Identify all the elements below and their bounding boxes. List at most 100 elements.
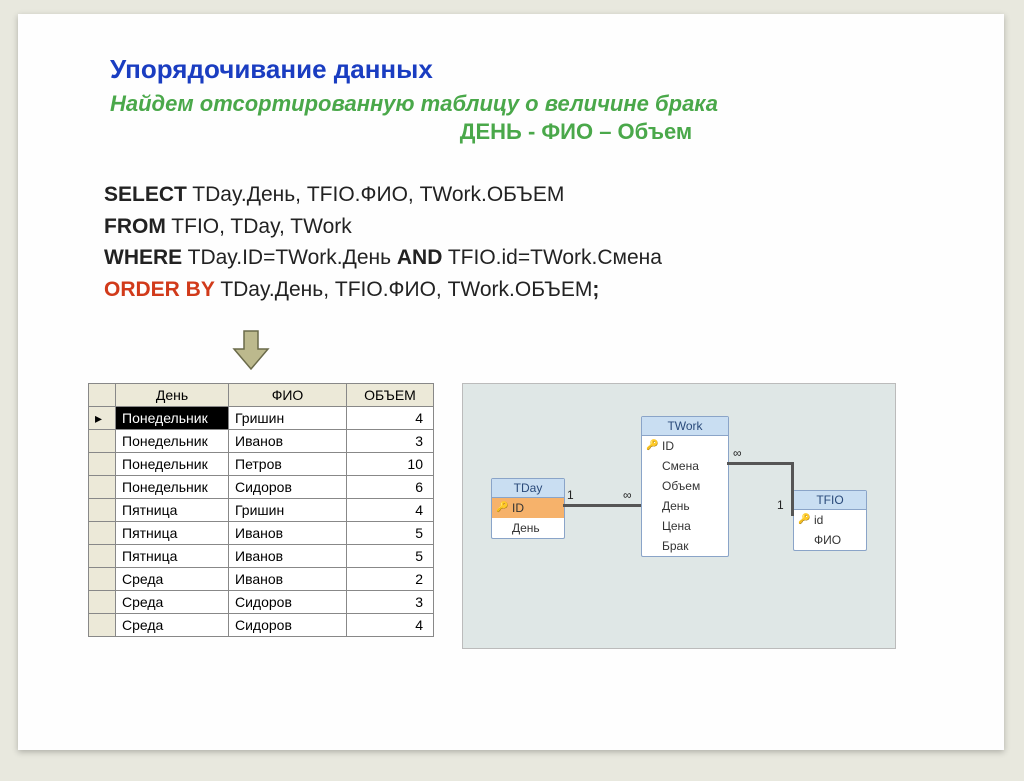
- cell-day: Понедельник: [116, 430, 229, 453]
- cell-fio: Сидоров: [229, 591, 347, 614]
- slide-subtitle-2: ДЕНЬ - ФИО – Объем: [208, 119, 944, 145]
- sql-semicolon: ;: [592, 278, 599, 301]
- cell-fio: Иванов: [229, 568, 347, 591]
- slide-title: Упорядочивание данных: [110, 54, 944, 85]
- cell-day: Понедельник: [116, 453, 229, 476]
- relationship-diagram: TDay 🔑 ID День TWork 🔑 ID Смена Объем Де…: [462, 383, 896, 649]
- bottom-area: День ФИО ОБЪЕМ ▸ПонедельникГришин4Понеде…: [88, 383, 944, 649]
- slide: Упорядочивание данных Найдем отсортирова…: [18, 14, 1004, 750]
- sql-keyword-select: SELECT: [104, 183, 187, 206]
- cell-fio: Иванов: [229, 430, 347, 453]
- sql-line-select: SELECT TDay.День, TFIO.ФИО, TWork.ОБЪЕМ: [104, 179, 944, 211]
- entity-twork-pk-label: ID: [662, 439, 674, 453]
- result-table: День ФИО ОБЪЕМ ▸ПонедельникГришин4Понеде…: [88, 383, 434, 637]
- sql-select-columns: TDay.День, TFIO.ФИО, TWork.ОБЪЕМ: [187, 183, 565, 206]
- sql-keyword-from: FROM: [104, 215, 166, 238]
- entity-tday-pk-label: ID: [512, 501, 524, 515]
- entity-twork-pk: 🔑 ID: [642, 436, 728, 456]
- entity-tday-field: День: [492, 518, 564, 538]
- slide-subtitle-1: Найдем отсортированную таблицу о величин…: [110, 91, 944, 117]
- entity-tday-pk: 🔑 ID: [492, 498, 564, 518]
- row-gutter: [89, 545, 116, 568]
- row-gutter: [89, 568, 116, 591]
- key-icon: 🔑: [496, 502, 508, 513]
- cell-volume: 5: [347, 545, 434, 568]
- cell-day: Пятница: [116, 522, 229, 545]
- row-gutter: [89, 614, 116, 637]
- table-row: ПонедельникПетров10: [89, 453, 434, 476]
- sql-query: SELECT TDay.День, TFIO.ФИО, TWork.ОБЪЕМ …: [104, 179, 944, 305]
- relationship-line: [791, 462, 794, 516]
- entity-twork-field: Смена: [642, 456, 728, 476]
- entity-tfio-pk: 🔑 id: [794, 510, 866, 530]
- cell-day: Понедельник: [116, 407, 229, 430]
- relationship-label-many: ∞: [733, 446, 742, 460]
- entity-twork-field: Объем: [642, 476, 728, 496]
- relationship-label-one: 1: [567, 488, 574, 502]
- relationship-line: [563, 504, 641, 507]
- row-gutter: [89, 476, 116, 499]
- row-gutter: [89, 453, 116, 476]
- key-icon: 🔑: [646, 440, 658, 451]
- table-row: СредаСидоров3: [89, 591, 434, 614]
- cell-day: Понедельник: [116, 476, 229, 499]
- row-gutter: ▸: [89, 407, 116, 430]
- cell-day: Пятница: [116, 499, 229, 522]
- cell-volume: 5: [347, 522, 434, 545]
- cell-day: Среда: [116, 568, 229, 591]
- cell-fio: Иванов: [229, 522, 347, 545]
- cell-volume: 4: [347, 499, 434, 522]
- row-gutter: [89, 591, 116, 614]
- row-gutter: [89, 499, 116, 522]
- entity-twork: TWork 🔑 ID Смена Объем День Цена Брак: [641, 416, 729, 557]
- relationship-line: [727, 462, 793, 465]
- table-row: СредаСидоров4: [89, 614, 434, 637]
- cell-fio: Иванов: [229, 545, 347, 568]
- cell-volume: 4: [347, 614, 434, 637]
- cell-volume: 4: [347, 407, 434, 430]
- entity-tday-title: TDay: [492, 479, 564, 498]
- cell-day: Среда: [116, 614, 229, 637]
- table-row: ПонедельникИванов3: [89, 430, 434, 453]
- sql-line-orderby: ORDER BY TDay.День, TFIO.ФИО, TWork.ОБЪЕ…: [104, 274, 944, 306]
- table-row: ПонедельникСидоров6: [89, 476, 434, 499]
- col-header-day: День: [116, 384, 229, 407]
- table-row: ▸ПонедельникГришин4: [89, 407, 434, 430]
- entity-tfio: TFIO 🔑 id ФИО: [793, 490, 867, 551]
- entity-twork-field: Цена: [642, 516, 728, 536]
- entity-tday: TDay 🔑 ID День: [491, 478, 565, 539]
- cell-fio: Сидоров: [229, 476, 347, 499]
- cell-fio: Гришин: [229, 407, 347, 430]
- key-icon: 🔑: [798, 514, 810, 525]
- down-arrow-icon: [228, 327, 274, 373]
- table-row: ПятницаИванов5: [89, 545, 434, 568]
- entity-twork-title: TWork: [642, 417, 728, 436]
- col-header-fio: ФИО: [229, 384, 347, 407]
- entity-twork-field: День: [642, 496, 728, 516]
- sql-keyword-orderby: ORDER BY: [104, 278, 215, 301]
- sql-where-cond1: TDay.ID=TWork.День: [182, 246, 397, 269]
- sql-orderby-columns: TDay.День, TFIO.ФИО, TWork.ОБЪЕМ: [215, 278, 593, 301]
- table-row: ПятницаГришин4: [89, 499, 434, 522]
- row-gutter: [89, 522, 116, 545]
- col-header-volume: ОБЪЕМ: [347, 384, 434, 407]
- cell-volume: 10: [347, 453, 434, 476]
- relationship-label-one: 1: [777, 498, 784, 512]
- entity-tfio-field: ФИО: [794, 530, 866, 550]
- table-row: ПятницаИванов5: [89, 522, 434, 545]
- cell-day: Пятница: [116, 545, 229, 568]
- cell-day: Среда: [116, 591, 229, 614]
- sql-keyword-where: WHERE: [104, 246, 182, 269]
- cell-fio: Гришин: [229, 499, 347, 522]
- cell-volume: 6: [347, 476, 434, 499]
- sql-from-tables: TFIO, TDay, TWork: [166, 215, 352, 238]
- table-gutter-header: [89, 384, 116, 407]
- cell-volume: 2: [347, 568, 434, 591]
- sql-line-from: FROM TFIO, TDay, TWork: [104, 211, 944, 243]
- entity-twork-field: Брак: [642, 536, 728, 556]
- sql-keyword-and: AND: [397, 246, 443, 269]
- cell-fio: Сидоров: [229, 614, 347, 637]
- relationship-label-many: ∞: [623, 488, 632, 502]
- entity-tfio-title: TFIO: [794, 491, 866, 510]
- entity-tfio-pk-label: id: [814, 513, 823, 527]
